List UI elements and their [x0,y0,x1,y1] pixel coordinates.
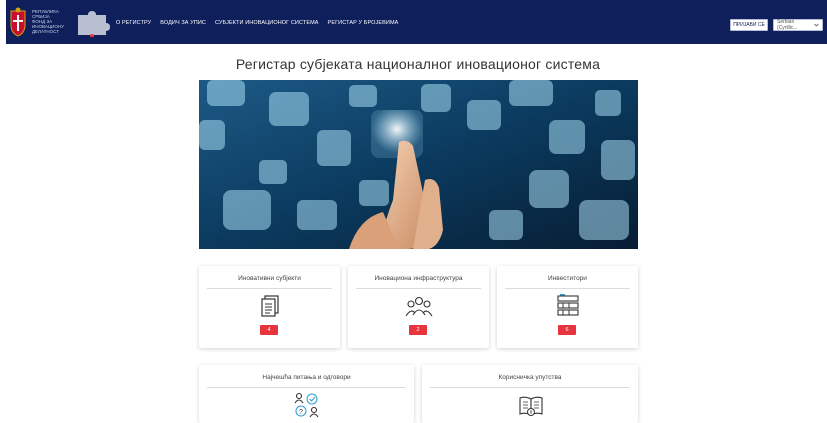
fund-name-line: ДЕЛАТНОСТ [32,29,59,34]
puzzle-logo-icon [78,11,110,37]
hero-image [199,80,638,249]
nav-link-subjects[interactable]: СУБЈЕКТИ ИНОВАЦИОНОГ СИСТЕМА [215,20,319,26]
count-badge: 6 [558,325,576,335]
nav-link-about[interactable]: О РЕГИСТРУ [116,20,151,26]
site-logo[interactable]: РЕПУБЛИКА СРБИЈА ФОНД ЗА ИНОВАЦИОНУ ДЕЛА… [8,7,110,39]
card-divider [356,288,481,289]
card-user-manuals[interactable]: Корисничка упутства [422,365,638,423]
card-title: Иновативни субјекти [238,275,301,282]
card-title: Иновациона инфраструктура [374,275,463,282]
card-title: Инвеститори [548,275,587,282]
main-nav: О РЕГИСТРУ ВОДИЧ ЗА УПИС СУБЈЕКТИ ИНОВАЦ… [116,20,398,26]
count-badge: 2 [409,325,427,335]
faq-icon: ? [294,392,319,418]
card-divider [207,288,332,289]
language-select-value: Serbian (Cyrillic... [777,19,798,31]
svg-text:?: ? [299,409,303,416]
login-button[interactable]: ПРИЈАВИ СЕ [730,19,768,31]
fund-name: РЕПУБЛИКА СРБИЈА ФОНД ЗА ИНОВАЦИОНУ ДЕЛА… [32,9,76,34]
card-faq[interactable]: Најчешћа питања и одговори ? [199,365,414,423]
documents-icon [261,295,279,317]
left-edge [0,0,6,44]
card-title: Најчешћа питања и одговори [262,374,351,381]
nav-link-statistics[interactable]: РЕГИСТАР У БРОЈЕВИМА [328,20,399,26]
investors-icon [557,294,579,316]
card-divider [505,288,630,289]
card-divider [207,387,406,388]
people-group-icon [405,296,433,317]
card-investors[interactable]: Инвеститори 6 [497,266,638,348]
coat-of-arms-icon [10,7,26,37]
hero-illustration [199,80,638,249]
card-divider [430,387,630,388]
chevron-down-icon [814,23,819,27]
fund-name-line: РЕПУБЛИКА СРБИЈА [32,9,59,19]
card-innovation-infrastructure[interactable]: Иновациона инфраструктура 2 [348,266,489,348]
manual-book-icon [519,396,543,416]
page-title: Регистар субјеката националног иновацион… [235,56,601,72]
nav-link-guide[interactable]: ВОДИЧ ЗА УПИС [160,20,206,26]
language-select[interactable]: Serbian (Cyrillic... [773,19,823,31]
card-innovative-subjects[interactable]: Иновативни субјекти 4 [199,266,340,348]
top-navbar: РЕПУБЛИКА СРБИЈА ФОНД ЗА ИНОВАЦИОНУ ДЕЛА… [0,0,827,44]
card-title: Корисничка упутства [498,374,562,381]
count-badge: 4 [260,325,278,335]
